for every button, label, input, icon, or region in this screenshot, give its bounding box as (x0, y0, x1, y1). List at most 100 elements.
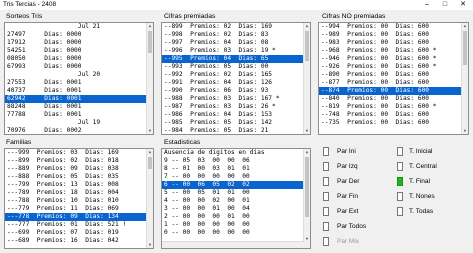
premiada-row[interactable]: --993 Premios: 05 Dias: 00 (162, 63, 310, 71)
par-der-checkbox[interactable] (323, 177, 329, 186)
estadisticas-scrollbar[interactable]: ▲ ▼ (303, 149, 310, 248)
familia-row[interactable]: ---699 Premios: 07 Dias: 019 (5, 229, 153, 237)
premiada-row[interactable]: --995 Premios: 04 Dias: 65 (162, 55, 310, 63)
scroll-up-icon[interactable]: ▲ (304, 149, 310, 155)
no-premiada-row[interactable]: --968 Premios: 00 Dias: 600 * (319, 47, 468, 55)
scroll-down-icon[interactable]: ▼ (147, 128, 153, 134)
premiada-row[interactable]: --997 Premios: 04 Dias: 08 (162, 39, 310, 47)
familia-row[interactable]: ---799 Premios: 13 Dias: 008 (5, 181, 153, 189)
premiada-row[interactable]: --899 Premios: 02 Dias: 169 (162, 23, 310, 31)
familia-row[interactable]: ---778 Premios: 09 Dias: 134 (5, 213, 153, 221)
scroll-up-icon[interactable]: ▲ (147, 23, 153, 29)
premiada-row[interactable]: --991 Premios: 04 Dias: 126 (162, 79, 310, 87)
close-icon[interactable]: ✕ (456, 0, 470, 10)
premiada-row[interactable]: --987 Premios: 03 Dias: 26 * (162, 103, 310, 111)
par-der-label[interactable]: Par Der (337, 177, 359, 186)
estadisticas-list[interactable]: Ausencia de digitos en dias 9 -- 05 03 00… (161, 148, 311, 249)
familia-row[interactable]: ---888 Premios: 05 Dias: 035 (5, 173, 153, 181)
scroll-down-icon[interactable]: ▼ (304, 128, 310, 134)
sorteos-row[interactable]: 70976 Dias: 0002 (5, 127, 153, 134)
par-izq-label[interactable]: Par Izq (337, 162, 358, 171)
minimize-icon[interactable]: – (420, 0, 434, 10)
no-premiada-row[interactable]: --983 Premios: 00 Dias: 600 (319, 39, 468, 47)
t-central-label[interactable]: T. Central (409, 162, 437, 171)
no-premiada-row[interactable]: --994 Premios: 00 Dias: 600 (319, 23, 468, 31)
par-ext-checkbox[interactable] (323, 207, 329, 216)
sorteos-scrollbar[interactable]: ▲ ▼ (146, 23, 153, 134)
scroll-up-icon[interactable]: ▲ (147, 149, 153, 155)
par-ini-checkbox[interactable] (323, 147, 329, 156)
par-ini-label[interactable]: Par Ini (337, 147, 356, 156)
t-inicial-checkbox[interactable] (397, 147, 403, 156)
estadistica-row[interactable]: 9 -- 05 03 00 00 06 (162, 157, 310, 165)
par-ext-label[interactable]: Par Ext (337, 207, 358, 216)
premiada-row[interactable]: --988 Premios: 03 Dias: 167 * (162, 95, 310, 103)
familia-row[interactable]: ---899 Premios: 02 Dias: 018 (5, 157, 153, 165)
scroll-up-icon[interactable]: ▲ (304, 23, 310, 29)
estadistica-row[interactable]: 4 -- 00 00 02 00 01 (162, 197, 310, 205)
familia-row[interactable]: ---689 Premios: 16 Dias: 042 (5, 237, 153, 245)
no-premiada-row[interactable]: --735 Premios: 00 Dias: 600 (319, 119, 468, 127)
t-nones-checkbox[interactable] (397, 192, 403, 201)
scroll-down-icon[interactable]: ▼ (304, 236, 310, 242)
scroll-thumb[interactable] (148, 31, 152, 53)
estadistica-row[interactable]: 2 -- 00 00 00 01 00 (162, 213, 310, 221)
sorteos-row[interactable]: 40737 Dias: 0001 (5, 87, 153, 95)
scroll-down-icon[interactable]: ▼ (147, 242, 153, 248)
estadistica-row[interactable]: 7 -- 00 00 00 00 00 (162, 173, 310, 181)
par-todos-checkbox[interactable] (323, 222, 329, 231)
no-premiada-row[interactable]: --840 Premios: 00 Dias: 600 (319, 95, 468, 103)
t-final-checkbox[interactable] (397, 177, 403, 186)
premiada-row[interactable]: --998 Premios: 02 Dias: 83 (162, 31, 310, 39)
familia-row[interactable]: ---779 Premios: 11 Dias: 069 (5, 205, 153, 213)
estadistica-row[interactable]: 1 -- 00 00 00 00 00 (162, 221, 310, 229)
sorteos-row[interactable]: 77788 Dias: 0001 (5, 111, 153, 119)
t-todas-label[interactable]: T. Todas (409, 207, 433, 216)
t-todas-checkbox[interactable] (397, 207, 403, 216)
sorteos-list[interactable]: Jul 21 27497 Dias: 0000 17912 Dias: 0000 54… (4, 22, 154, 135)
familia-row[interactable]: ---999 Premios: 03 Dias: 169 (5, 149, 153, 157)
scroll-up-icon[interactable]: ▲ (462, 23, 468, 29)
premiadas-scrollbar[interactable]: ▲ ▼ (303, 23, 310, 134)
no-premiada-row[interactable]: --874 Premios: 00 Dias: 600 (319, 87, 468, 95)
no-premiada-row[interactable]: --989 Premios: 00 Dias: 600 (319, 31, 468, 39)
no-premiada-row[interactable]: --877 Premios: 00 Dias: 600 (319, 79, 468, 87)
no-premiada-row[interactable]: --946 Premios: 00 Dias: 600 * (319, 55, 468, 63)
familias-list[interactable]: ---999 Premios: 03 Dias: 169 ---899 Premi… (4, 148, 154, 249)
familia-row[interactable]: ---889 Premios: 09 Dias: 038 (5, 165, 153, 173)
par-izq-checkbox[interactable] (323, 162, 329, 171)
scroll-thumb[interactable] (463, 31, 467, 65)
premiada-row[interactable]: --992 Premios: 02 Dias: 165 (162, 71, 310, 79)
familia-row[interactable]: ---777 Premios: 01 Dias: 521 ! (5, 221, 153, 229)
estadistica-row[interactable]: 3 -- 00 00 01 00 04 (162, 205, 310, 213)
sorteos-row[interactable]: 27553 Dias: 0001 (5, 79, 153, 87)
t-central-checkbox[interactable] (397, 162, 403, 171)
estadistica-row[interactable]: 6 -- 00 06 05 02 02 (162, 181, 310, 189)
sorteos-row[interactable]: 08050 Dias: 0000 (5, 55, 153, 63)
estadisticas-hscrollbar[interactable] (162, 241, 304, 248)
no-premiadas-scrollbar[interactable]: ▲ ▼ (461, 23, 468, 134)
familia-row[interactable]: ---788 Premios: 10 Dias: 010 (5, 197, 153, 205)
estadistica-row[interactable]: 0 -- 00 00 00 00 00 (162, 229, 310, 237)
familia-row[interactable]: ---789 Premios: 18 Dias: 004 (5, 189, 153, 197)
premiada-row[interactable]: --986 Premios: 04 Dias: 153 (162, 111, 310, 119)
t-final-label[interactable]: T. Final (409, 177, 430, 186)
premiada-row[interactable]: --984 Premios: 05 Dias: 21 (162, 127, 310, 134)
no-premiada-row[interactable]: --748 Premios: 00 Dias: 600 (319, 111, 468, 119)
scroll-thumb[interactable] (305, 157, 309, 217)
maximize-icon[interactable]: □ (438, 0, 452, 10)
premiadas-list[interactable]: --899 Premios: 02 Dias: 169 --998 Premios… (161, 22, 311, 135)
sorteos-row[interactable]: 62942 Dias: 0001 (5, 95, 153, 103)
premiada-row[interactable]: --990 Premios: 06 Dias: 93 (162, 87, 310, 95)
par-fin-label[interactable]: Par Fin (337, 192, 358, 201)
no-premiada-row[interactable]: --926 Premios: 00 Dias: 600 * (319, 63, 468, 71)
sorteos-row[interactable]: 27497 Dias: 0000 (5, 31, 153, 39)
familias-scrollbar[interactable]: ▲ ▼ (146, 149, 153, 248)
premiada-row[interactable]: --996 Premios: 03 Dias: 19 * (162, 47, 310, 55)
no-premiada-row[interactable]: --819 Premios: 00 Dias: 600 * (319, 103, 468, 111)
par-fin-checkbox[interactable] (323, 192, 329, 201)
estadistica-row[interactable]: 5 -- 00 05 01 01 00 (162, 189, 310, 197)
t-nones-label[interactable]: T. Nones (409, 192, 435, 201)
estadistica-row[interactable]: 8 -- 01 00 03 01 01 (162, 165, 310, 173)
sorteos-row[interactable]: Jul 19 (5, 119, 153, 127)
